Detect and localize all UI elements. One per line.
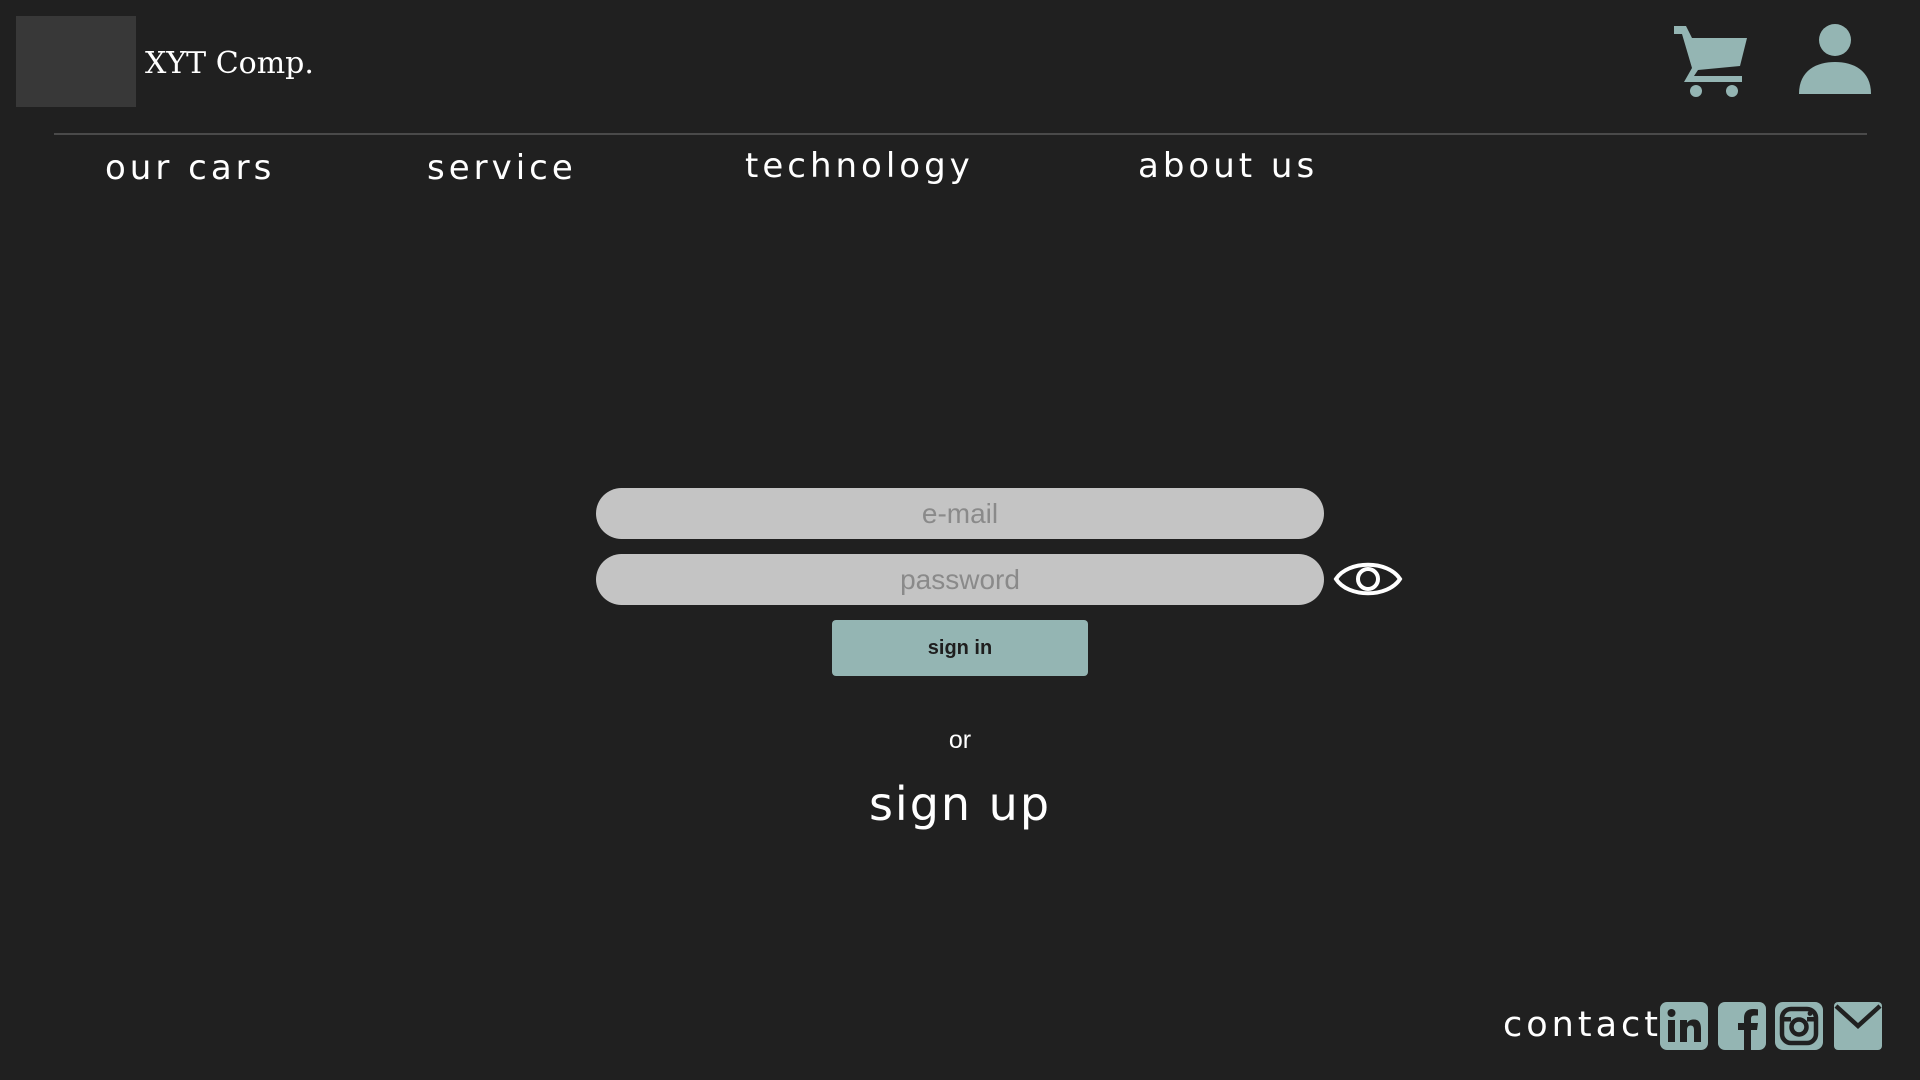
instagram-icon[interactable] (1775, 1002, 1823, 1050)
user-icon[interactable] (1797, 22, 1873, 98)
email-field[interactable] (596, 488, 1324, 539)
sign-in-button[interactable]: sign in (832, 620, 1088, 676)
nav-item-technology[interactable]: technology (745, 142, 974, 190)
linkedin-icon[interactable] (1660, 1002, 1708, 1050)
facebook-icon[interactable] (1718, 1002, 1766, 1050)
shopping-cart-icon[interactable] (1672, 22, 1750, 100)
or-separator: or (948, 726, 972, 754)
sign-up-link[interactable]: sign up (860, 774, 1060, 834)
eye-icon[interactable] (1333, 554, 1403, 604)
logo-placeholder[interactable] (16, 16, 136, 107)
nav-item-our-cars[interactable]: our cars (105, 144, 275, 192)
header-divider (54, 133, 1867, 135)
nav-item-about-us[interactable]: about us (1138, 142, 1318, 190)
contact-label: contact (1503, 1005, 1662, 1045)
mail-icon[interactable] (1834, 1002, 1882, 1050)
password-field[interactable] (596, 554, 1324, 605)
nav-item-service[interactable]: service (427, 144, 577, 192)
brand-name: XYT Comp. (145, 46, 314, 81)
